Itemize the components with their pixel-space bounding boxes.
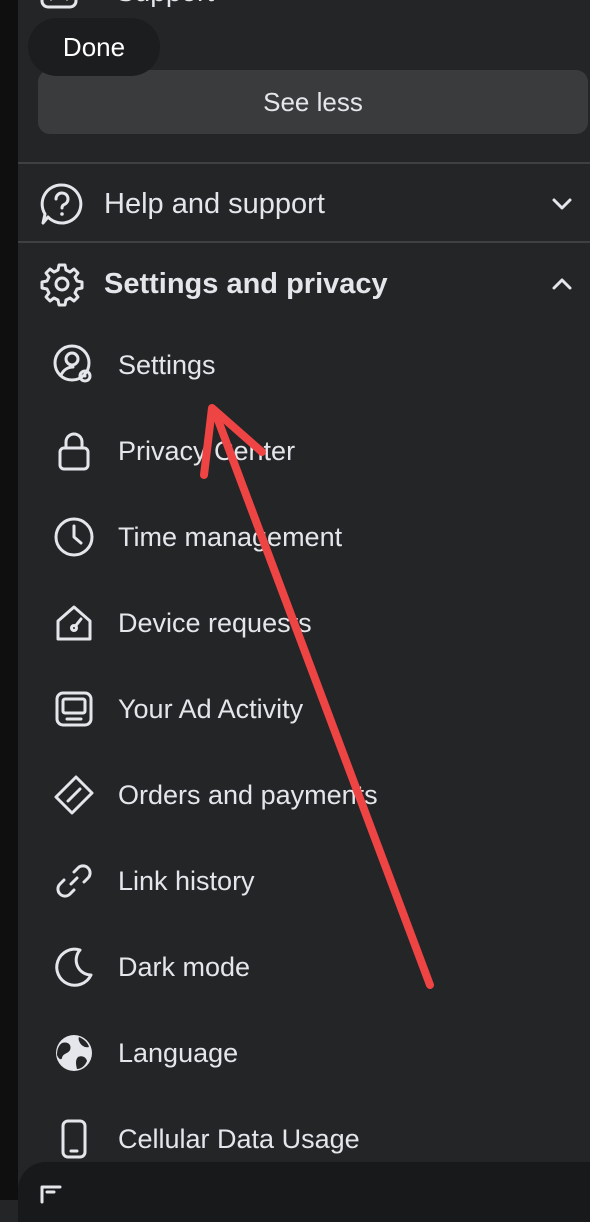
globe-icon <box>52 1031 96 1075</box>
done-button[interactable]: Done <box>28 18 160 76</box>
menu-item-label: Link history <box>118 865 255 896</box>
menu-item-label: Privacy Center <box>118 435 296 466</box>
link-icon <box>52 859 96 903</box>
menu-item-orders-and-payments[interactable]: Orders and payments <box>52 760 570 830</box>
support-icon <box>38 0 80 16</box>
gear-icon <box>38 260 86 308</box>
house-gauge-icon <box>52 601 96 645</box>
divider <box>18 241 590 243</box>
menu-item-label: Device requests <box>118 607 312 638</box>
lock-icon <box>52 429 96 473</box>
moon-icon <box>52 945 96 989</box>
bottom-bar <box>18 1162 590 1222</box>
support-label: Support <box>116 0 214 8</box>
tag-icon <box>52 773 96 817</box>
left-edge-strip <box>0 0 18 1200</box>
chevron-down-icon[interactable] <box>548 190 576 218</box>
menu-item-label: Settings <box>118 349 216 380</box>
support-item[interactable]: Support <box>38 0 214 18</box>
menu-item-time-management[interactable]: Time management <box>52 502 570 572</box>
menu-item-privacy-center[interactable]: Privacy Center <box>52 416 570 486</box>
menu-item-your-ad-activity[interactable]: Your Ad Activity <box>52 674 570 744</box>
menu-item-settings[interactable]: Settings <box>52 330 570 400</box>
section-settings-label: Settings and privacy <box>104 267 388 300</box>
menu-item-label: Orders and payments <box>118 779 378 810</box>
phone-icon <box>52 1117 96 1161</box>
monitor-icon <box>52 687 96 731</box>
divider <box>18 162 590 164</box>
question-bubble-icon <box>38 180 86 228</box>
menu-item-label: Time management <box>118 521 343 552</box>
section-help-label: Help and support <box>104 187 325 220</box>
chevron-up-icon[interactable] <box>548 270 576 298</box>
user-gear-icon <box>52 343 96 387</box>
menu-item-label: Language <box>118 1037 239 1068</box>
menu-panel: Support See less Help and support Settin… <box>18 0 590 1200</box>
section-help-and-support[interactable]: Help and support <box>38 168 576 240</box>
menu-item-dark-mode[interactable]: Dark mode <box>52 932 570 1002</box>
menu-item-label: Your Ad Activity <box>118 693 304 724</box>
menu-item-link-history[interactable]: Link history <box>52 846 570 916</box>
menu-item-device-requests[interactable]: Device requests <box>52 588 570 658</box>
section-settings-and-privacy[interactable]: Settings and privacy <box>38 248 576 320</box>
menu-item-label: Dark mode <box>118 951 251 982</box>
screen-icon <box>40 1184 70 1209</box>
menu-item-language[interactable]: Language <box>52 1018 570 1088</box>
see-less-button[interactable]: See less <box>38 70 588 134</box>
menu-item-label: Cellular Data Usage <box>118 1123 360 1154</box>
clock-icon <box>52 515 96 559</box>
